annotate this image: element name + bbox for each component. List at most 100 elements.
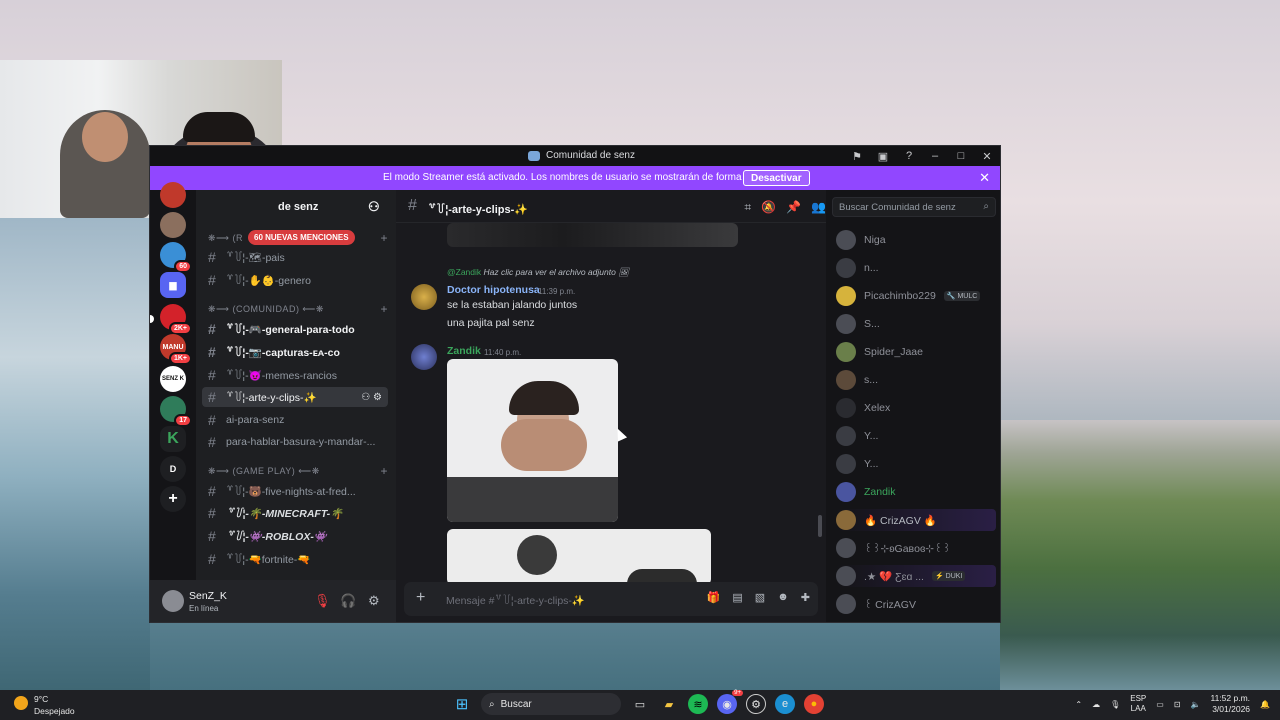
close-button[interactable]: ✕ [974,150,1000,163]
channel-roblox[interactable]: # ꒷꒦¦-👾-ROBLOX-👾 [202,526,388,546]
server-icon-6[interactable]: K [160,426,186,452]
emoji-icon[interactable]: ☻ [777,591,789,604]
network-icon[interactable]: ⊡ [1174,700,1181,709]
member-item[interactable]: Y... [836,453,996,475]
add-channel-icon[interactable]: + [380,231,388,245]
file-explorer-icon[interactable]: ▰ [659,694,679,714]
search-icon: ⌕ [489,698,495,710]
spotify-icon[interactable]: ≋ [688,694,708,714]
add-attachment-icon[interactable]: + [416,589,425,607]
member-item[interactable]: Picachimbo229 🔧 MULC [836,285,996,307]
member-list-icon[interactable]: 👥 [811,200,826,215]
channel-settings-icon[interactable]: ⚇ ⚙ [361,392,382,403]
server-folder-icon[interactable]: ▆ [160,272,186,298]
close-icon[interactable]: ✕ [979,170,990,186]
discord-taskbar-icon[interactable]: ◉ 9+ [717,690,743,714]
avatar[interactable] [162,590,184,612]
category-gameplay[interactable]: ❋⟶ (GAME PLAY) ⟵❋ + [208,464,388,478]
minimize-button[interactable]: – [922,150,948,162]
edge-icon[interactable]: e [775,694,795,714]
sticker-icon[interactable]: ▧ [755,591,765,604]
threads-icon[interactable]: ⌗ [744,200,751,215]
user-settings-icon[interactable]: ⚙ [368,593,380,609]
avatar[interactable] [411,344,437,370]
chrome-icon[interactable]: ● [804,694,824,714]
gif-icon[interactable]: ▤ [732,591,742,604]
server-icon-1[interactable] [160,182,186,208]
chevron-up-icon[interactable]: ⌃ [1075,700,1082,709]
maximize-button[interactable]: □ [948,150,974,162]
mentions-badge[interactable]: 60 NUEVAS MENCIONES [248,230,355,245]
cloud-icon[interactable]: ☁ [1092,700,1100,709]
language-indicator[interactable]: ESP LAA [1130,694,1146,714]
channel-general[interactable]: # ꒷꒦¦-🎮-general-para-todo [202,319,388,339]
message-input[interactable]: + Mensaje #꒷꒦¦-arte-y-clips-✨ 🎁 ▤ ▧ ☻ ✚ [404,582,818,616]
message-video-attachment[interactable] [447,529,711,585]
channel-memes[interactable]: # ꒷꒦¦-😈-memes-rancios [202,365,388,385]
server-icon-d[interactable]: D [160,456,186,482]
mic-icon[interactable]: 🎙 [1110,700,1120,709]
member-item[interactable]: Xelex [836,397,996,419]
clock[interactable]: 11:52 p.m. 3/01/2026 [1210,693,1250,715]
member-item[interactable]: S... [836,313,996,335]
volume-icon[interactable]: 🔈 [1191,700,1201,709]
message-author[interactable]: Doctor hipotenusa [447,284,540,296]
member-item[interactable]: Y... [836,425,996,447]
inbox-icon[interactable]: ▣ [870,150,896,163]
apps-icon[interactable]: ✚ [801,591,810,604]
member-item[interactable]: Spider_Jaae [836,341,996,363]
server-icon-senzk[interactable]: SENZ K [160,366,186,392]
notifications-icon[interactable]: 🔕 [761,200,776,215]
member-item[interactable]: 🔥 CrizAGV 🔥 [836,509,996,531]
channel-fortnite[interactable]: # ꒷꒦¦-🔫fortnite-🔫 [202,549,388,569]
mute-mic-icon[interactable]: 🎙 [314,593,331,609]
reply-preview[interactable]: @Zandik Haz clic para ver el archivo adj… [447,267,629,278]
channel-minecraft[interactable]: # ꒷꒦¦-🌴-MINECRAFT-🌴 [202,503,388,523]
channel-ai-para-senz[interactable]: # ai-para-senz [202,410,388,430]
member-item[interactable]: ꒰꒱⊹ʚGaʙoɞ⊹꒰꒱ [836,537,996,559]
server-icon-3[interactable]: 60 [160,242,192,273]
channel-arte-y-clips[interactable]: # ꒷꒦¦-arte-y-clips-✨ ⚇ ⚙ [202,387,388,407]
monitor-icon[interactable]: ▭ [1156,700,1164,709]
message-attachment-top[interactable] [447,223,738,247]
member-item[interactable]: ꒰ CrizAGV [836,593,996,615]
notification-icon[interactable]: 🔔 [1260,700,1270,709]
server-icon-5[interactable]: 17 [160,396,192,427]
steam-icon[interactable]: ⚙ [746,694,766,714]
taskbar-search[interactable]: ⌕ Buscar [481,693,621,715]
member-search-input[interactable]: Buscar Comunidad de senz ⌕ [832,197,996,217]
message-author[interactable]: Zandik [447,345,481,357]
member-item[interactable]: Zandik [836,481,996,503]
windows-start-icon[interactable]: ⊞ [452,694,472,714]
flag-icon[interactable]: ⚑ [844,150,870,163]
invite-icon[interactable]: ⚇ [368,199,380,215]
add-server-icon[interactable]: + [160,486,186,512]
member-item[interactable]: Niga [836,229,996,251]
avatar[interactable] [411,284,437,310]
help-icon[interactable]: ? [896,150,922,162]
server-header[interactable]: de senz ⚇ [196,190,396,224]
member-item[interactable]: n... [836,257,996,279]
system-tray: ⌃ ☁ 🎙 ESP LAA ▭ ⊡ 🔈 11:52 p.m. 3/01/2026 🔔 [1075,693,1270,715]
add-channel-icon[interactable]: + [380,464,388,478]
server-icon-2[interactable] [160,212,186,238]
server-icon-4[interactable]: 2K+ [160,304,192,335]
add-channel-icon[interactable]: + [380,302,388,316]
member-item[interactable]: s... [836,369,996,391]
task-view-icon[interactable]: ▭ [630,694,650,714]
category-comunidad[interactable]: ❋⟶ (COMUNIDAD) ⟵❋ + [208,302,388,316]
channel-pais[interactable]: # ꒷꒦¦-🗺-pais [202,247,388,267]
channel-fnaf[interactable]: # ꒷꒦¦-🐻-five-nights-at-fred... [202,481,388,501]
channel-para-hablar-basura[interactable]: # para-hablar-basura-y-mandar-... [202,432,388,452]
disable-streamer-button[interactable]: Desactivar [743,170,810,186]
message-timestamp: 11:39 p.m. [538,287,576,296]
deafen-icon[interactable]: 🎧 [340,593,356,609]
scrollbar[interactable] [818,515,822,537]
member-item[interactable]: .★ 💔 Ƹɛɑ ... ⚡ DUKI [836,565,996,587]
pin-icon[interactable]: 📌 [786,200,801,215]
channel-capturas[interactable]: # ꒷꒦¦-📷-capturas-ᴇᴀ-ᴄᴏ [202,342,388,362]
channel-genero[interactable]: # ꒷꒦¦-✋👶-genero [202,270,388,290]
gift-icon[interactable]: 🎁 [707,591,721,604]
message-image-attachment[interactable] [447,359,618,522]
server-icon-manu[interactable]: MANU 1K+ [160,334,192,365]
